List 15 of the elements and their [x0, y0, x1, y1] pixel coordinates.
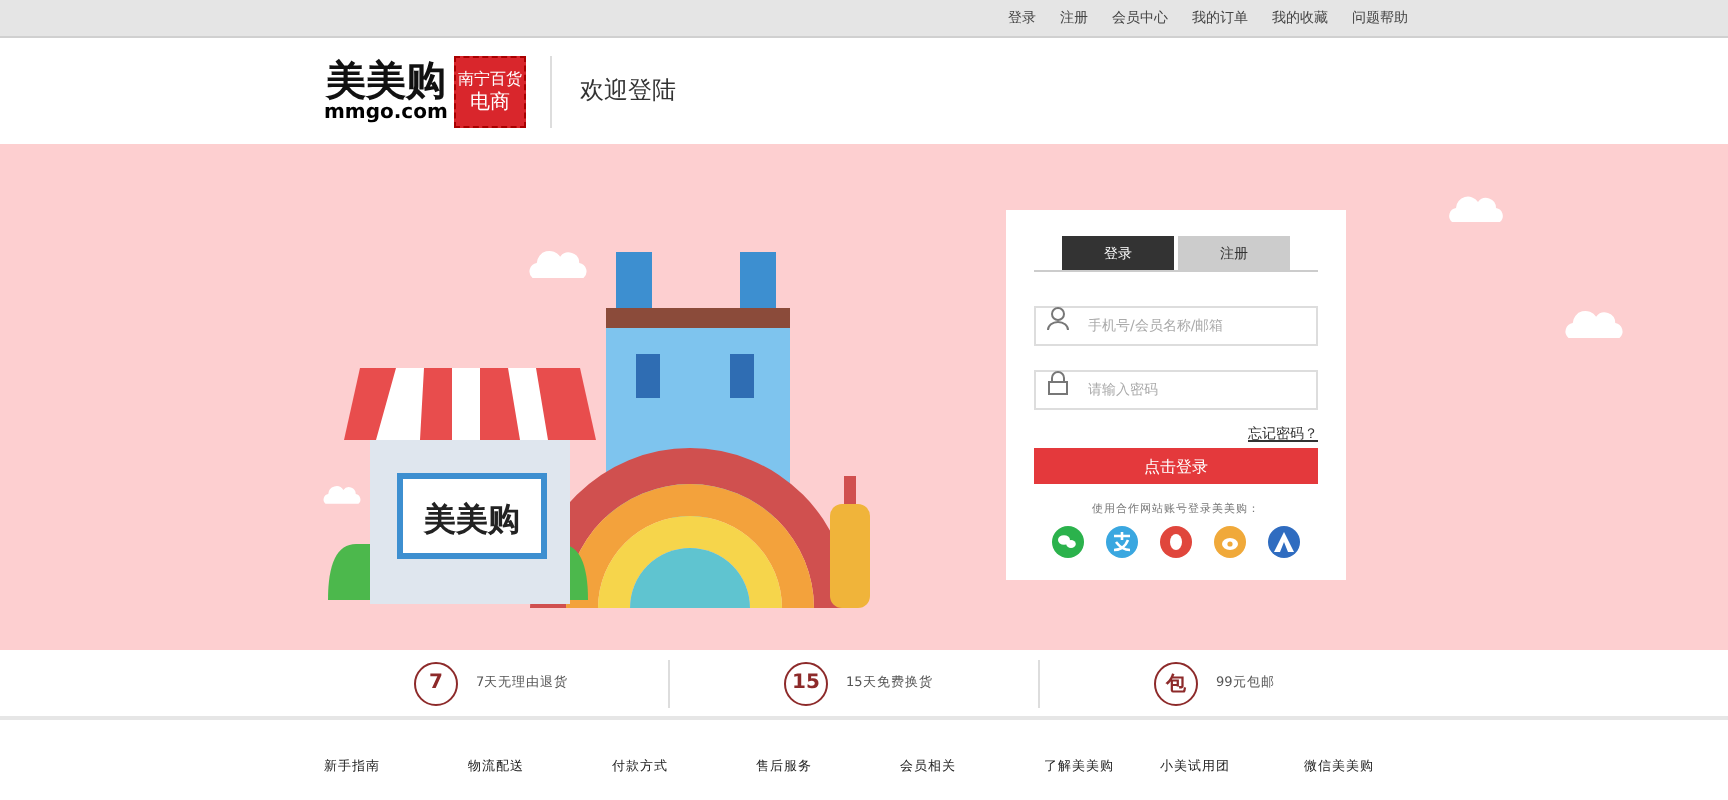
logo-badge: 南宁百货 电商	[453, 55, 526, 127]
cloud-icon	[1560, 308, 1628, 338]
promise-badge: 7	[414, 661, 458, 705]
logo-text: 美美购	[325, 58, 446, 102]
promise-badge: 包	[1154, 661, 1198, 705]
shop-illustration-drawing: 美美购	[320, 244, 884, 614]
promise-badge: 15	[784, 661, 828, 705]
cloud-icon	[524, 248, 592, 278]
page-title: 欢迎登陆	[579, 74, 676, 108]
cloud-icon	[320, 484, 364, 504]
logo-domain: mmgo.com	[324, 102, 448, 124]
chat-bubbles-icon[interactable]	[1052, 526, 1084, 558]
cloud-icon	[1444, 194, 1508, 222]
login-button[interactable]: 点击登录	[1034, 448, 1318, 484]
lock-icon	[1046, 370, 1070, 396]
